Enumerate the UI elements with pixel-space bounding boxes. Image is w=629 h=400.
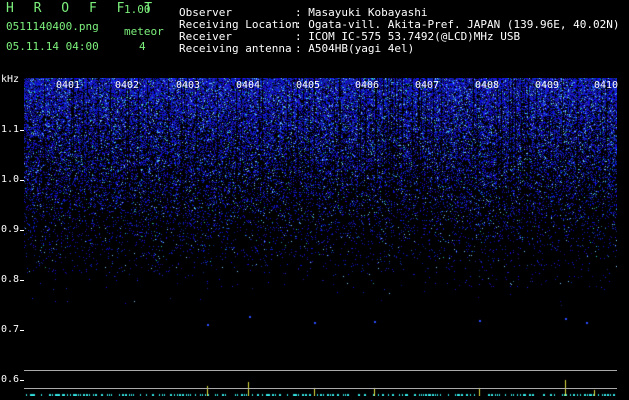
y-tick	[20, 130, 24, 131]
time-label-0404: 0404	[236, 80, 261, 91]
axis-unit: kHz	[1, 74, 20, 85]
time-label-0406: 0406	[355, 80, 380, 91]
y-label-0-9: 0.9	[1, 224, 20, 235]
y-label-0-8: 0.8	[1, 274, 20, 285]
y-label-1-1: 1.1	[1, 124, 20, 135]
meteor-count: 4	[139, 40, 146, 53]
reference-line-lower	[24, 388, 617, 389]
time-label-0401: 0401	[56, 80, 81, 91]
time-label-0408: 0408	[475, 80, 500, 91]
y-tick	[20, 380, 24, 381]
y-label-0-6: 0.6	[1, 374, 20, 385]
time-label-0409: 0409	[535, 80, 560, 91]
antenna-key: Receiving antenna	[179, 42, 292, 55]
time-label-0405: 0405	[296, 80, 321, 91]
time-label-0410: 0410	[594, 80, 619, 91]
spectrogram	[24, 78, 617, 396]
app-version: 1.00	[124, 3, 151, 16]
file-name: 0511140400.png	[6, 20, 99, 33]
y-tick	[20, 330, 24, 331]
date-time: 05.11.14 04:00	[6, 40, 99, 53]
meteor-label: meteor	[124, 25, 164, 38]
y-tick	[20, 180, 24, 181]
time-label-0402: 0402	[115, 80, 140, 91]
time-label-0407: 0407	[415, 80, 440, 91]
y-tick	[20, 230, 24, 231]
y-label-1-0: 1.0	[1, 174, 20, 185]
y-label-0-7: 0.7	[1, 324, 20, 335]
time-label-0403: 0403	[176, 80, 201, 91]
antenna-value: : A504HB(yagi 4el)	[295, 42, 415, 55]
reference-line-upper	[24, 370, 617, 371]
y-tick	[20, 280, 24, 281]
